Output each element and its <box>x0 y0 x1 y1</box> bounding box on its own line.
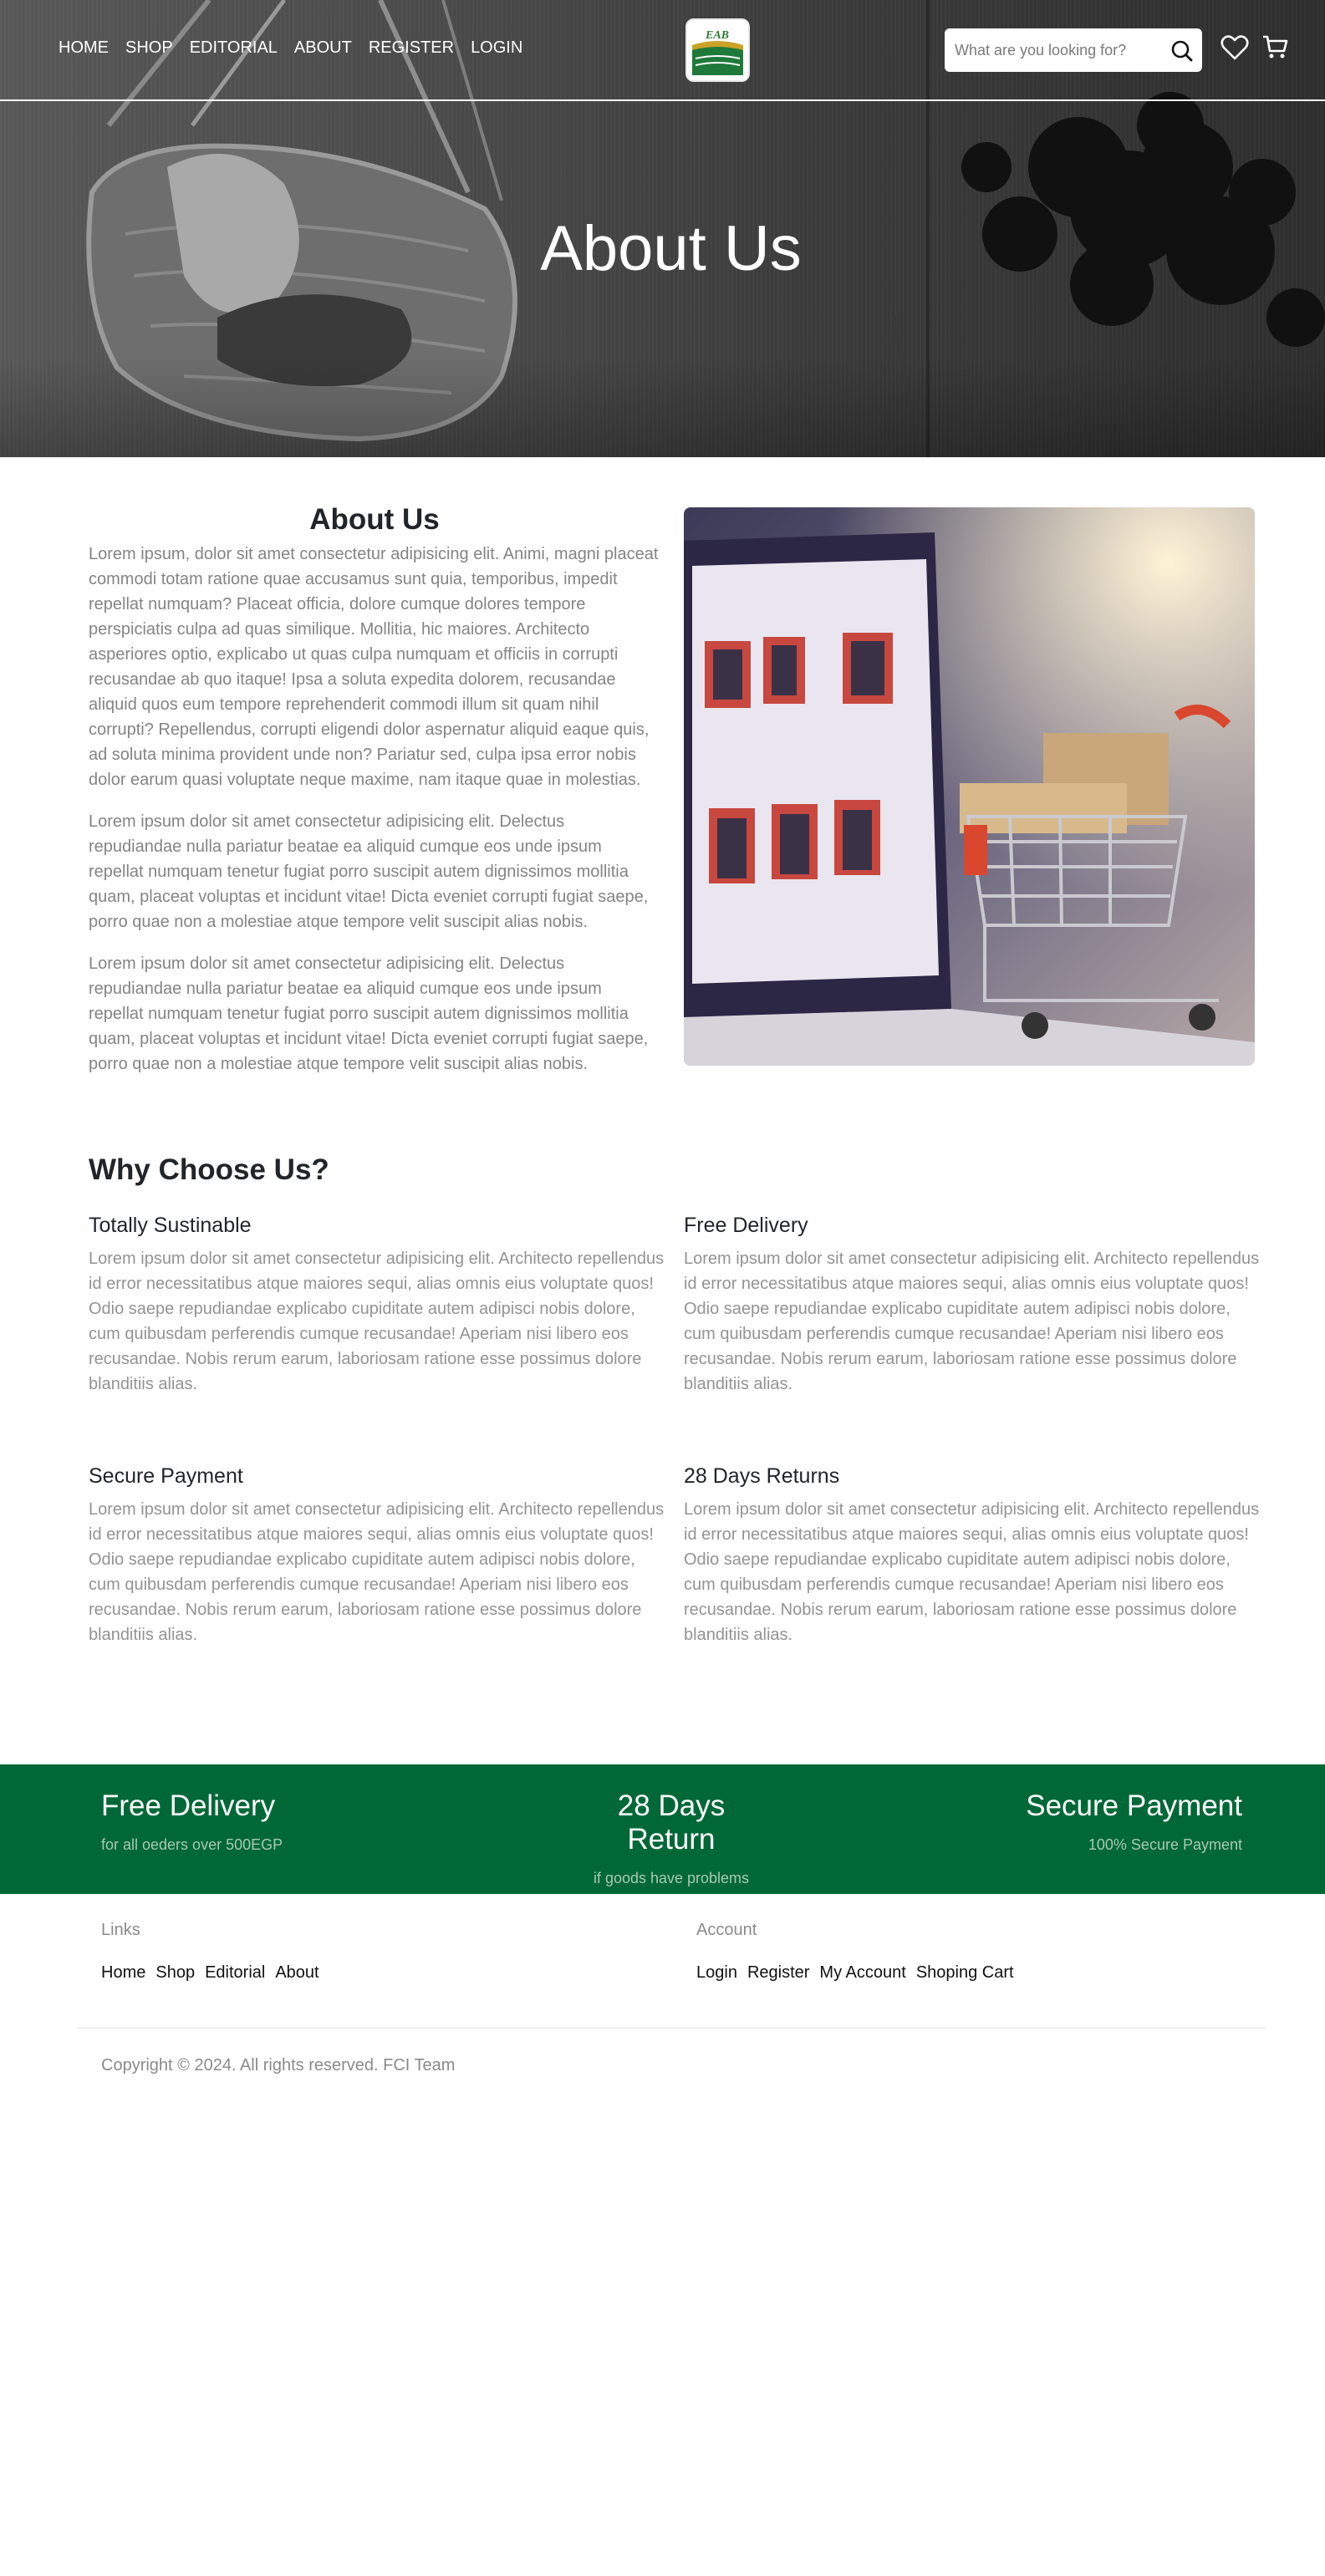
feature-title: Totally Sustinable <box>89 1214 252 1237</box>
footer-links: Links Home Shop Editorial About <box>101 1921 319 1983</box>
about-paragraph: Lorem ipsum, dolor sit amet consectetur … <box>89 545 659 789</box>
footer-link-editorial[interactable]: Editorial <box>205 1963 265 1983</box>
feature-card: 28 Days Returns Lorem ipsum dolor sit am… <box>684 1464 1261 1647</box>
site-logo[interactable]: EAB <box>685 18 750 82</box>
band-subtitle: for all oeders over 500EGP <box>101 1836 283 1853</box>
feature-text: Lorem ipsum dolor sit amet consectetur a… <box>684 1500 1260 1644</box>
search-input[interactable] <box>945 41 1154 59</box>
hero-title: About Us <box>540 213 802 284</box>
benefits-band: Free Delivery for all oeders over 500EGP… <box>0 1764 1325 1894</box>
footer-links-title: Links <box>101 1921 140 1939</box>
nav-link-editorial[interactable]: EDITORIAL <box>190 38 278 58</box>
footer-link-about[interactable]: About <box>275 1963 319 1983</box>
laptop-shopping-cart-image <box>684 507 1255 1066</box>
cart-icon[interactable] <box>1261 33 1288 60</box>
why-choose-title: Why Choose Us? <box>89 1153 329 1186</box>
nav-link-login[interactable]: LOGIN <box>471 38 522 58</box>
copyright-text: Copyright © 2024. All rights reserved. F… <box>101 2056 456 2075</box>
feature-card: Totally Sustinable Lorem ipsum dolor sit… <box>89 1214 665 1397</box>
band-item-delivery: Free Delivery for all oeders over 500EGP <box>101 1789 283 1854</box>
band-item-returns: 28 Days Return if goods have problems <box>570 1789 772 1887</box>
top-navbar: HOME SHOP EDITORIAL ABOUT REGISTER LOGIN… <box>0 0 1325 101</box>
nav-link-home[interactable]: HOME <box>59 38 109 58</box>
feature-text: Lorem ipsum dolor sit amet consectetur a… <box>684 1250 1260 1393</box>
nav-links: HOME SHOP EDITORIAL ABOUT REGISTER LOGIN <box>59 38 522 58</box>
feature-card: Free Delivery Lorem ipsum dolor sit amet… <box>684 1214 1261 1397</box>
footer-account: Account Login Register My Account Shopin… <box>696 1921 1014 1983</box>
feature-text: Lorem ipsum dolor sit amet consectetur a… <box>89 1250 665 1393</box>
footer-account-title: Account <box>696 1921 757 1939</box>
search-icon[interactable] <box>1170 39 1194 63</box>
footer-link-shop[interactable]: Shop <box>155 1963 195 1983</box>
heart-icon[interactable] <box>1221 34 1249 61</box>
footer-link-shopping-cart[interactable]: Shoping Cart <box>916 1963 1014 1983</box>
footer-link-home[interactable]: Home <box>101 1963 145 1983</box>
about-image <box>684 507 1255 1066</box>
about-title: About Us <box>309 503 440 536</box>
about-paragraph: Lorem ipsum dolor sit amet consectetur a… <box>89 955 649 1073</box>
band-item-payment: Secure Payment 100% Secure Payment <box>1003 1789 1242 1854</box>
feature-title: Secure Payment <box>89 1464 243 1488</box>
nav-link-shop[interactable]: SHOP <box>125 38 173 58</box>
hero-banner: HOME SHOP EDITORIAL ABOUT REGISTER LOGIN… <box>0 0 1325 457</box>
footer-divider <box>77 2028 1266 2029</box>
feature-title: Free Delivery <box>684 1214 808 1237</box>
nav-link-about[interactable]: ABOUT <box>294 38 352 58</box>
band-title: Free Delivery <box>101 1789 276 1822</box>
logo-image: EAB <box>687 20 748 80</box>
footer-link-register[interactable]: Register <box>747 1963 809 1983</box>
logo-text: EAB <box>705 29 729 42</box>
feature-title: 28 Days Returns <box>684 1464 840 1488</box>
footer-link-login[interactable]: Login <box>696 1963 737 1983</box>
about-paragraph: Lorem ipsum dolor sit amet consectetur a… <box>89 812 649 931</box>
band-title: 28 Days Return <box>617 1789 726 1856</box>
band-subtitle: if goods have problems <box>593 1870 750 1886</box>
footer-link-my-account[interactable]: My Account <box>819 1963 905 1983</box>
nav-link-register[interactable]: REGISTER <box>369 38 454 58</box>
feature-card: Secure Payment Lorem ipsum dolor sit ame… <box>89 1464 665 1647</box>
about-text-section: About Us Lorem ipsum, dolor sit amet con… <box>89 503 660 1093</box>
band-subtitle: 100% Secure Payment <box>1088 1836 1242 1853</box>
feature-text: Lorem ipsum dolor sit amet consectetur a… <box>89 1500 665 1644</box>
band-title: Secure Payment <box>1026 1789 1242 1822</box>
search-box <box>945 28 1202 72</box>
